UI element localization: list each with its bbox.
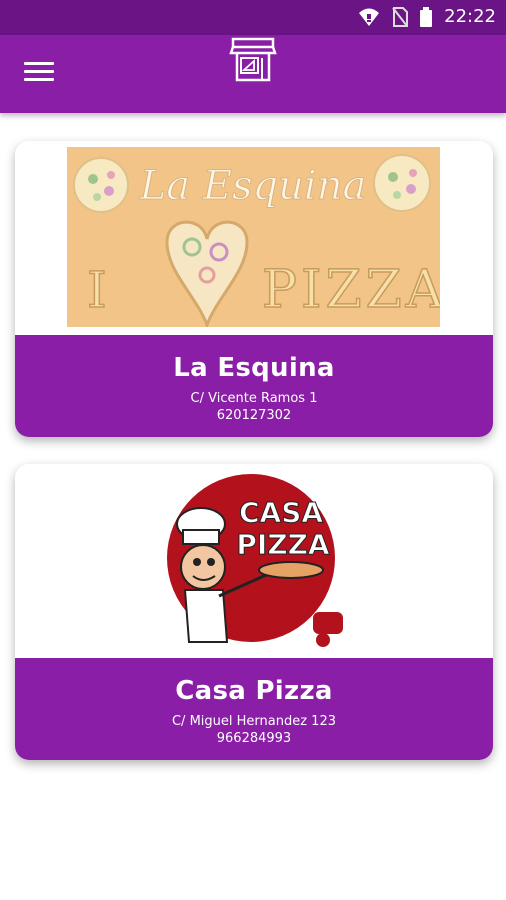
- hamburger-menu-icon[interactable]: [24, 62, 54, 86]
- restaurant-phone: 966284993: [216, 731, 292, 746]
- wifi-icon: [359, 8, 380, 26]
- restaurant-name: Casa Pizza: [175, 676, 333, 706]
- no-sim-icon: [392, 6, 409, 27]
- restaurant-phone: 620127302: [216, 408, 292, 423]
- svg-text:PIZZA: PIZZA: [262, 260, 440, 320]
- restaurant-name: La Esquina: [173, 353, 335, 383]
- storefront-pizza-icon: [229, 37, 277, 82]
- pizza-icon-right: [373, 154, 431, 212]
- pizza-icon-left: [73, 157, 129, 213]
- restaurant-image: CASA PIZZA: [15, 464, 493, 658]
- restaurant-card[interactable]: CASA PIZZA Casa Pizza C/ Miguel Hernande…: [15, 464, 493, 760]
- svg-text:PIZZA: PIZZA: [236, 528, 330, 561]
- restaurant-card[interactable]: La Esquina I PIZZA La Esquina C/ Vicente…: [15, 141, 493, 437]
- svg-text:I: I: [87, 261, 107, 319]
- app-bar: [0, 35, 506, 113]
- scooter-icon: [313, 612, 343, 647]
- la-esquina-logo: La Esquina I PIZZA: [67, 147, 440, 327]
- svg-text:La Esquina: La Esquina: [139, 163, 367, 209]
- restaurant-address: C/ Vicente Ramos 1: [190, 391, 318, 406]
- restaurant-image: La Esquina I PIZZA: [15, 141, 493, 335]
- status-bar: 22:22: [0, 0, 506, 35]
- restaurant-info: La Esquina C/ Vicente Ramos 1 620127302: [15, 335, 493, 437]
- svg-text:CASA: CASA: [239, 496, 323, 529]
- status-icons: 22:22: [358, 6, 496, 27]
- casa-pizza-logo: CASA PIZZA: [167, 474, 343, 647]
- status-time: 22:22: [444, 6, 496, 27]
- restaurant-address: C/ Miguel Hernandez 123: [171, 714, 336, 729]
- battery-icon: [420, 6, 433, 27]
- restaurant-info: Casa Pizza C/ Miguel Hernandez 123 96628…: [15, 658, 493, 760]
